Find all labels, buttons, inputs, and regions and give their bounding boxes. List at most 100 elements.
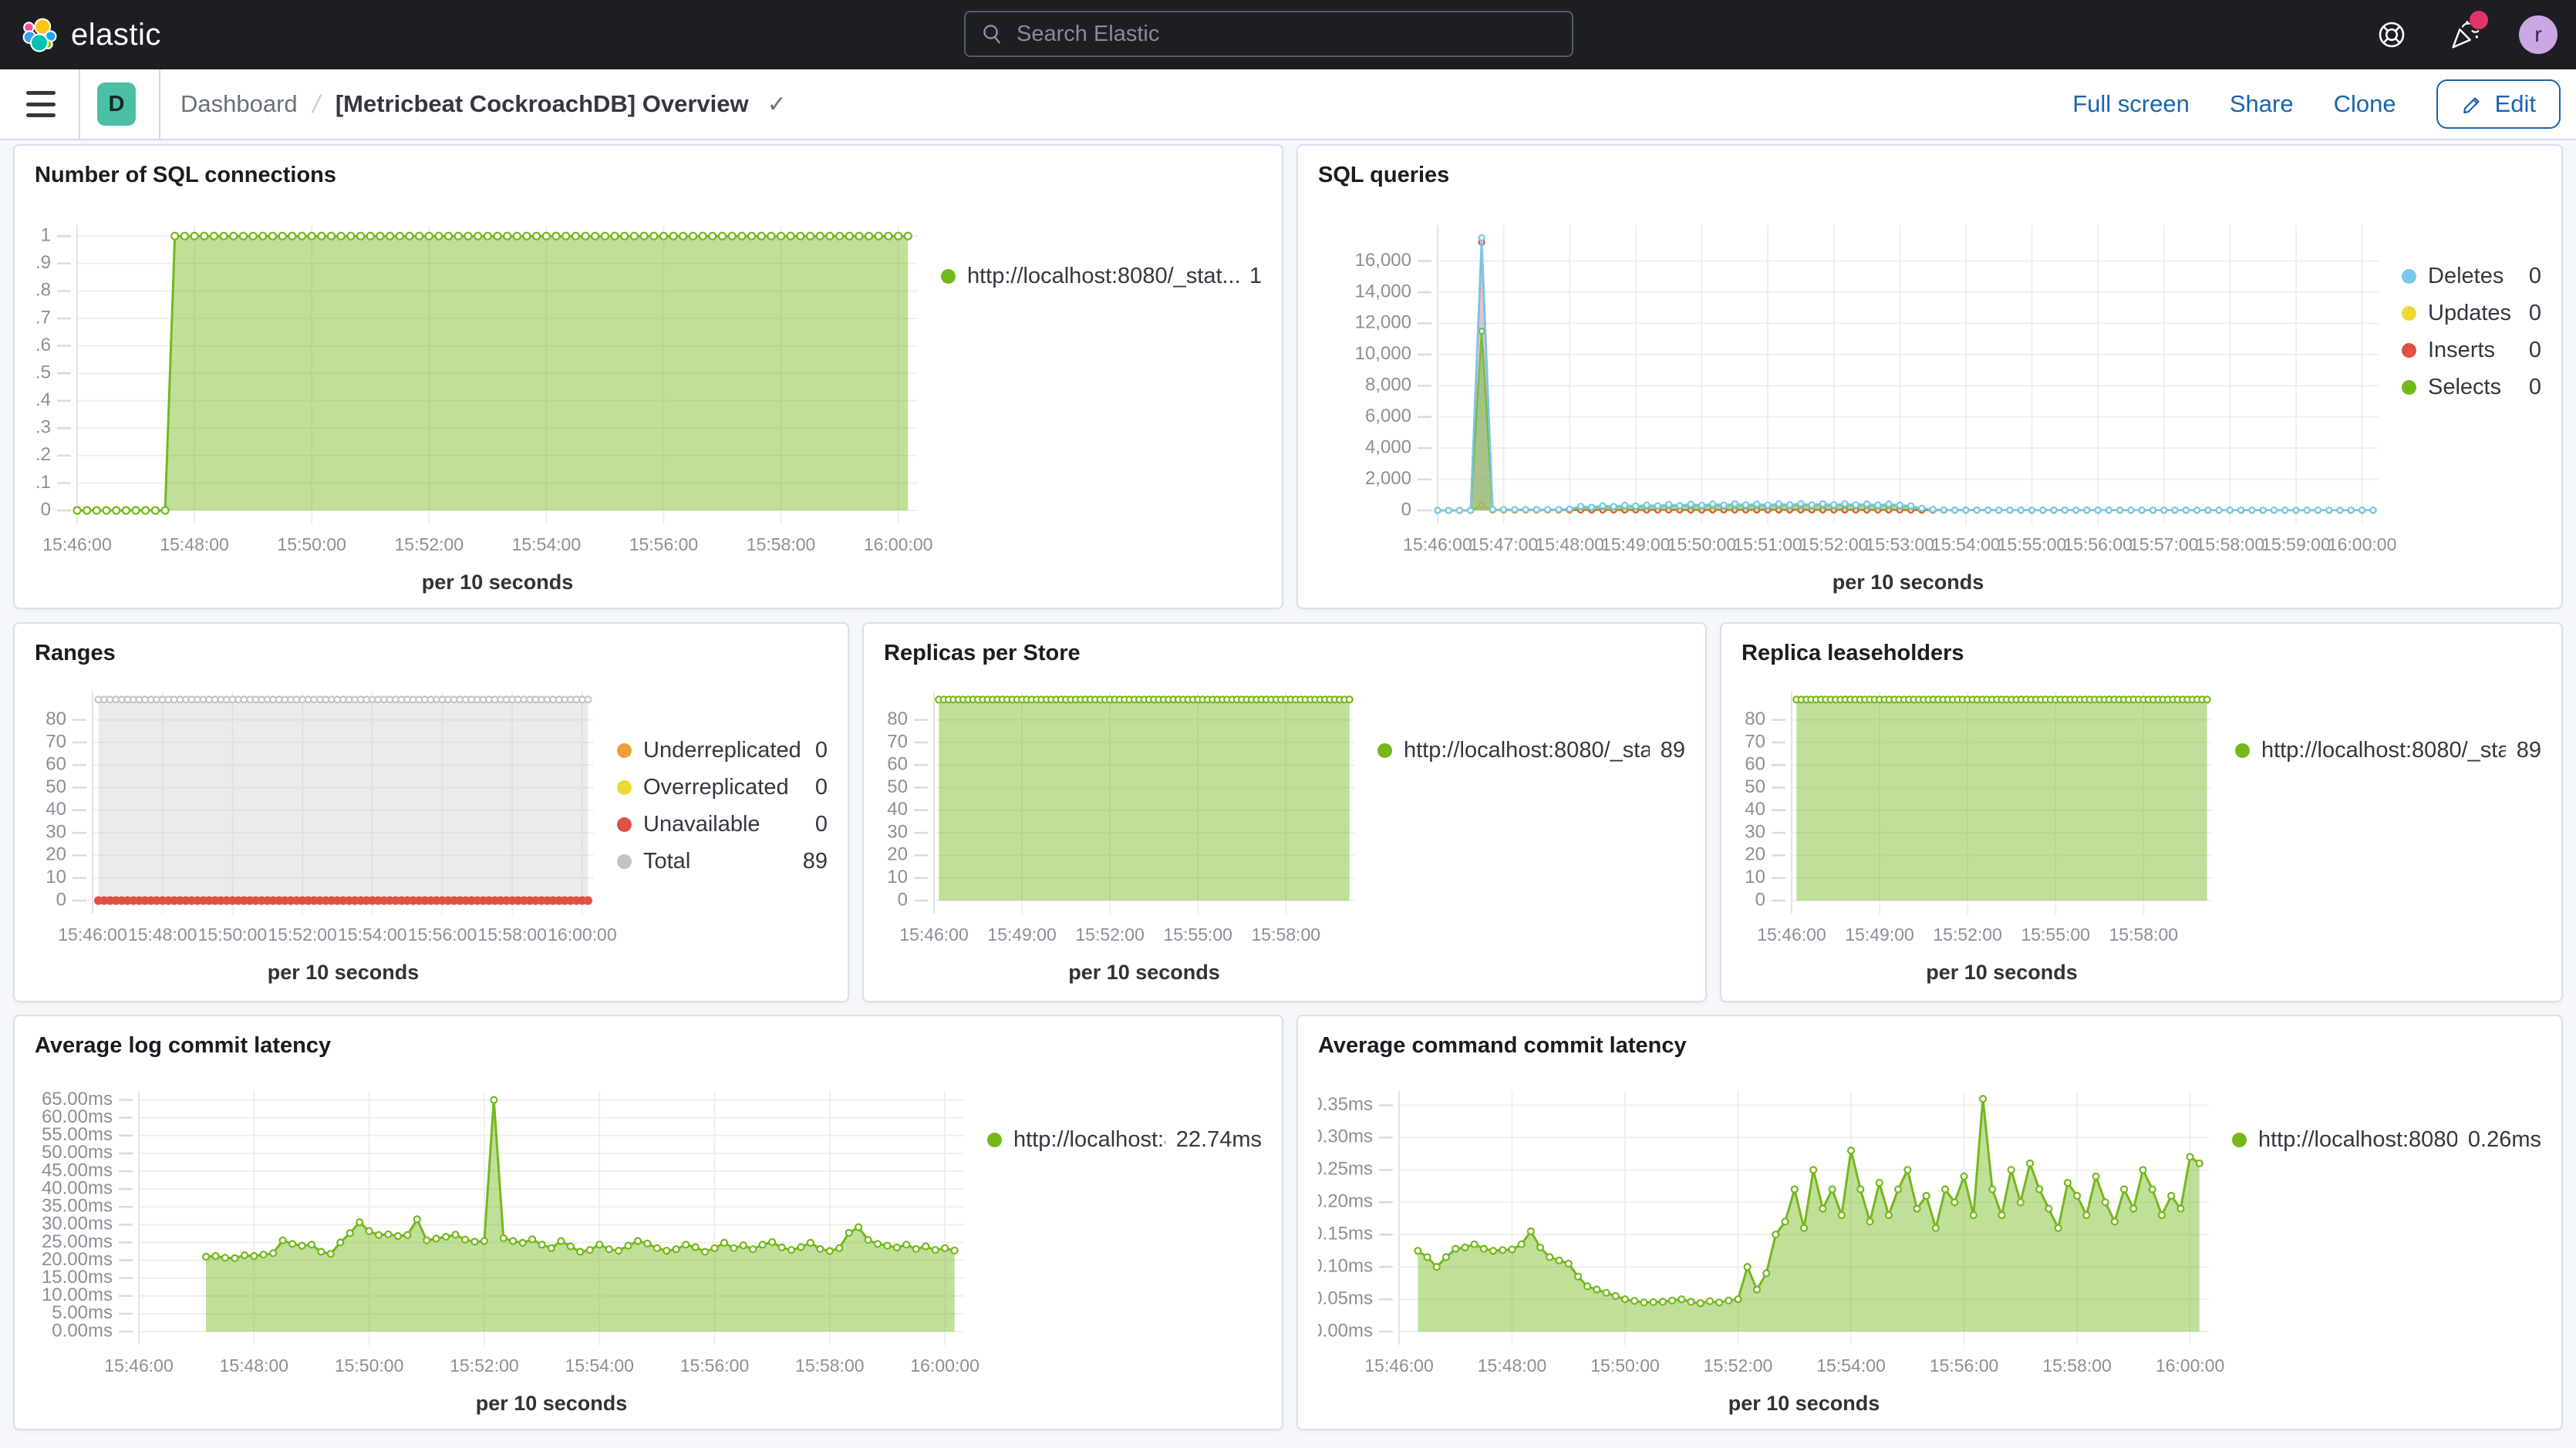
svg-text:8,000: 8,000 xyxy=(1365,375,1411,396)
svg-text:15:55:00: 15:55:00 xyxy=(1998,534,2067,554)
avatar-initial: r xyxy=(2534,22,2541,47)
svg-text:60: 60 xyxy=(887,754,908,775)
svg-text:15:57:00: 15:57:00 xyxy=(2129,534,2199,554)
legend-label: Inserts xyxy=(2428,338,2495,363)
legend-item[interactable]: Overreplicated0 xyxy=(617,775,828,800)
svg-text:15:48:00: 15:48:00 xyxy=(220,1355,289,1376)
elastic-logo[interactable]: elastic xyxy=(0,17,161,52)
svg-text:15:48:00: 15:48:00 xyxy=(1478,1355,1547,1376)
help-button[interactable] xyxy=(2374,17,2409,52)
chart-sql-queries[interactable]: 02,0004,0006,0008,00010,00012,00014,0001… xyxy=(1318,198,2402,597)
legend-label: Deletes xyxy=(2428,264,2504,289)
legend-item[interactable]: Deletes0 xyxy=(2402,264,2541,289)
svg-text:15:54:00: 15:54:00 xyxy=(338,924,407,945)
legend-value: 22.74ms xyxy=(1165,1127,1262,1153)
user-avatar[interactable]: r xyxy=(2519,15,2557,54)
chart-replica-leaseholders[interactable]: 0102030405060708015:46:0015:49:0015:52:0… xyxy=(1741,676,2235,990)
legend-item[interactable]: http://localhost:8080/_sta...89 xyxy=(2235,738,2541,763)
svg-text:15:49:00: 15:49:00 xyxy=(987,924,1057,945)
svg-text:15:47:00: 15:47:00 xyxy=(1469,534,1539,554)
panel-average-command-commit-latency: Average command commit latency 0.00ms0.0… xyxy=(1296,1015,2563,1430)
svg-text:0: 0 xyxy=(56,889,66,910)
chart-number-of-sql-connections[interactable]: 00.10.20.30.40.50.60.70.80.9115:46:0015:… xyxy=(35,198,941,597)
legend-item[interactable]: http://localhost:8080/_sta...89 xyxy=(1377,738,1685,763)
svg-text:0.2: 0.2 xyxy=(35,444,51,465)
svg-text:15:46:00: 15:46:00 xyxy=(1757,924,1826,945)
legend-value: 0.26ms xyxy=(2457,1127,2541,1153)
svg-text:15:54:00: 15:54:00 xyxy=(512,534,582,554)
svg-text:15:50:00: 15:50:00 xyxy=(1590,1355,1660,1376)
legend-value: 89 xyxy=(2506,738,2541,763)
panel-title: Average log commit latency xyxy=(35,1030,1262,1069)
edit-button[interactable]: Edit xyxy=(2436,79,2561,129)
svg-text:10: 10 xyxy=(46,867,66,887)
svg-text:0: 0 xyxy=(1755,889,1765,910)
chart-ranges[interactable]: 0102030405060708015:46:0015:48:0015:50:0… xyxy=(35,676,617,990)
legend-value: 0 xyxy=(804,738,828,763)
legend-label: Underreplicated xyxy=(643,738,801,763)
svg-text:16:00:00: 16:00:00 xyxy=(2328,534,2397,554)
brand-name: elastic xyxy=(71,18,161,52)
legend-value: 0 xyxy=(2518,338,2541,363)
legend-item[interactable]: Selects0 xyxy=(2402,375,2541,400)
chart-average-log-commit-latency[interactable]: 0.00ms5.00ms10.00ms15.00ms20.00ms25.00ms… xyxy=(35,1069,987,1418)
svg-text:15:46:00: 15:46:00 xyxy=(899,924,969,945)
chart-legend: http://localhost:8080/_sta...89 xyxy=(2235,676,2541,990)
svg-text:15:53:00: 15:53:00 xyxy=(1866,534,1935,554)
svg-text:15:48:00: 15:48:00 xyxy=(128,924,197,945)
svg-text:15:51:00: 15:51:00 xyxy=(1733,534,1802,554)
legend-item[interactable]: http://localhost:8080...0.26ms xyxy=(2232,1127,2541,1153)
chart-replicas-per-store[interactable]: 0102030405060708015:46:0015:49:0015:52:0… xyxy=(884,676,1377,990)
svg-text:40.00ms: 40.00ms xyxy=(42,1177,113,1198)
clone-button[interactable]: Clone xyxy=(2334,90,2396,118)
svg-text:80: 80 xyxy=(887,709,908,729)
svg-text:15:54:00: 15:54:00 xyxy=(565,1355,634,1376)
chart-average-command-commit-latency[interactable]: 0.00ms0.05ms0.10ms0.15ms0.20ms0.25ms0.30… xyxy=(1318,1069,2232,1418)
panel-number-of-sql-connections: Number of SQL connections 00.10.20.30.40… xyxy=(13,144,1283,609)
dashboard-badge[interactable]: D xyxy=(97,83,136,126)
full-screen-button[interactable]: Full screen xyxy=(2072,90,2190,118)
legend-item[interactable]: Underreplicated0 xyxy=(617,738,828,763)
svg-text:0.8: 0.8 xyxy=(35,280,51,301)
svg-text:15:48:00: 15:48:00 xyxy=(1535,534,1604,554)
panel-title: SQL queries xyxy=(1318,160,2541,198)
legend-item[interactable]: Total89 xyxy=(617,849,828,874)
svg-text:per 10 seconds: per 10 seconds xyxy=(1833,571,1984,594)
legend-item[interactable]: Inserts 0 xyxy=(2402,338,2541,363)
svg-text:0.25ms: 0.25ms xyxy=(1318,1159,1373,1180)
legend-item[interactable]: Updates0 xyxy=(2402,301,2541,326)
legend-item[interactable]: http://localhost:808...22.74ms xyxy=(987,1127,1262,1153)
svg-text:20.00ms: 20.00ms xyxy=(42,1249,113,1270)
svg-text:0.20ms: 0.20ms xyxy=(1318,1191,1373,1212)
svg-text:50: 50 xyxy=(46,776,66,797)
svg-text:0.7: 0.7 xyxy=(35,307,51,328)
svg-text:50: 50 xyxy=(887,776,908,797)
svg-text:50: 50 xyxy=(1745,776,1765,797)
legend-label: http://localhost:808... xyxy=(1013,1127,1165,1153)
breadcrumb-dashboard-link[interactable]: Dashboard xyxy=(180,90,298,118)
legend-item[interactable]: Unavailable0 xyxy=(617,812,828,837)
svg-text:15:52:00: 15:52:00 xyxy=(1704,1355,1773,1376)
svg-text:16:00:00: 16:00:00 xyxy=(864,534,933,554)
search-input[interactable]: Search Elastic xyxy=(964,11,1573,57)
svg-text:15:46:00: 15:46:00 xyxy=(58,924,127,945)
legend-item[interactable]: http://localhost:8080/_stat...1 xyxy=(941,264,1262,289)
svg-text:per 10 seconds: per 10 seconds xyxy=(422,571,574,594)
legend-label: http://localhost:8080/_sta... xyxy=(1404,738,1650,763)
divider xyxy=(79,69,80,139)
svg-text:0: 0 xyxy=(41,499,51,520)
legend-color-dot xyxy=(2402,380,2416,395)
svg-text:20: 20 xyxy=(887,844,908,865)
svg-text:45.00ms: 45.00ms xyxy=(42,1160,113,1180)
menu-button[interactable] xyxy=(26,91,56,117)
svg-text:15:59:00: 15:59:00 xyxy=(2261,534,2331,554)
legend-color-dot xyxy=(2402,343,2416,358)
share-button[interactable]: Share xyxy=(2230,90,2294,118)
legend-label: Unavailable xyxy=(643,812,760,837)
svg-text:15:52:00: 15:52:00 xyxy=(395,534,464,554)
svg-text:30: 30 xyxy=(887,821,908,842)
svg-text:4,000: 4,000 xyxy=(1365,436,1411,457)
whats-new-button[interactable] xyxy=(2446,17,2482,52)
svg-text:80: 80 xyxy=(46,709,66,729)
svg-text:0.9: 0.9 xyxy=(35,252,51,273)
